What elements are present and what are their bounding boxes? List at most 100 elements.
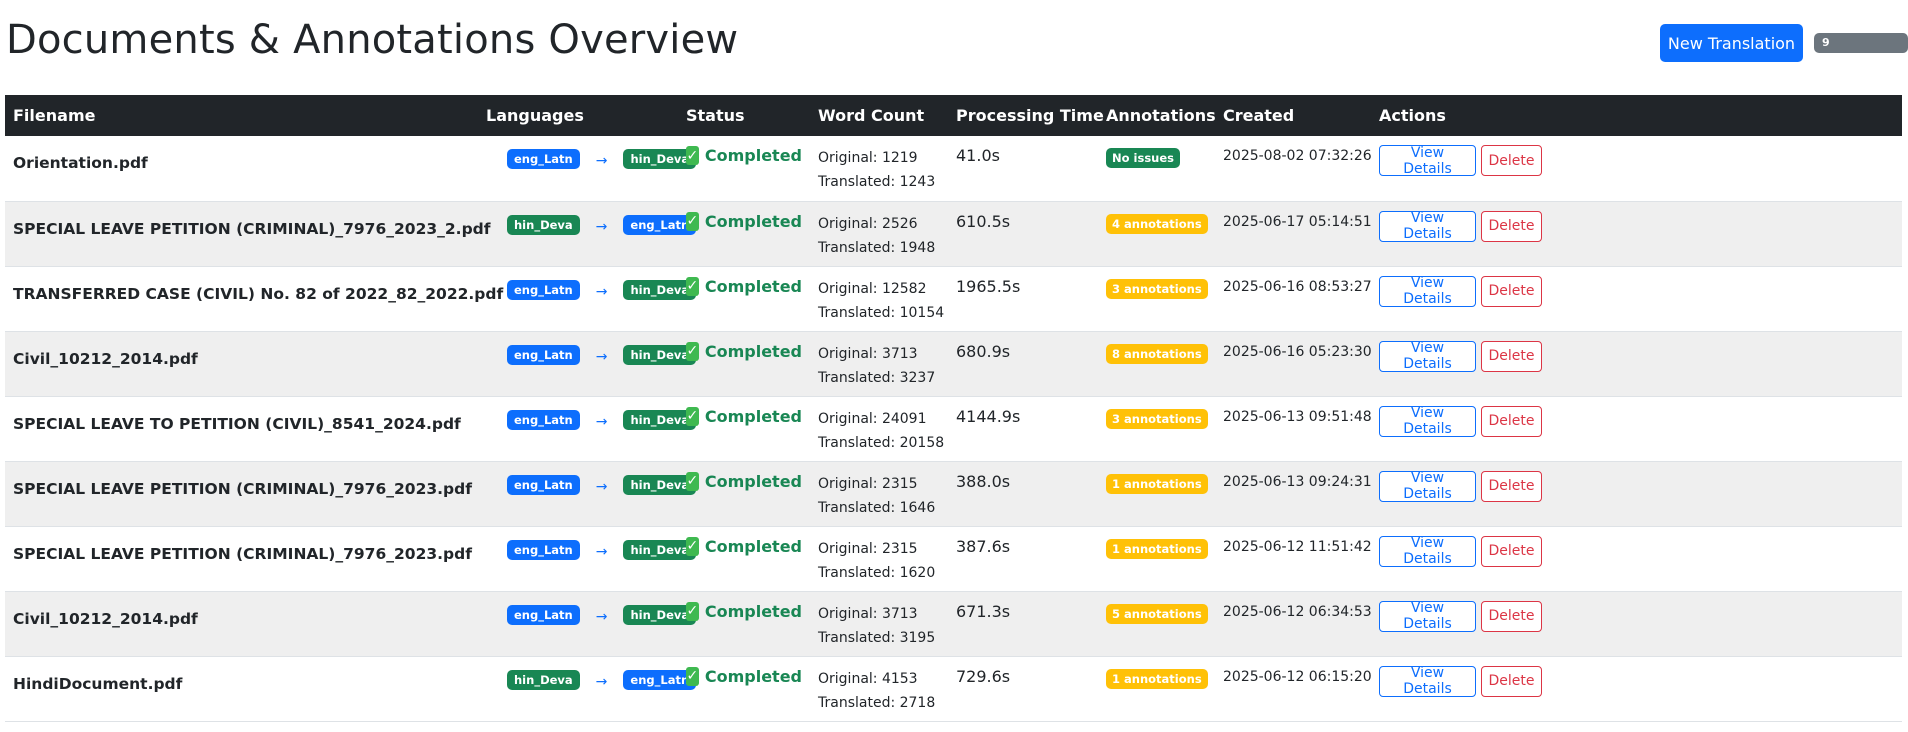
view-details-button[interactable]: View Details <box>1379 145 1476 177</box>
status-label: Completed <box>704 601 802 621</box>
column-header-annotations[interactable]: Annotations <box>1098 95 1216 136</box>
source-language-badge: eng_Latn <box>507 279 580 300</box>
table-row: Civil_10212_2014.pdf eng_Latn → hin_Deva… <box>5 591 1902 656</box>
filename-cell: SPECIAL LEAVE PETITION (CRIMINAL)_7976_2… <box>13 479 472 498</box>
row-actions: View Details Delete <box>1379 665 1894 697</box>
checkmark-icon: ✓ <box>686 341 699 361</box>
created-timestamp: 2025-06-17 05:14:51 <box>1223 213 1372 230</box>
language-pair: hin_Deva → eng_Latn <box>486 210 697 237</box>
checkmark-icon: ✓ <box>686 211 699 231</box>
original-word-count: Original: 2315 <box>818 475 918 492</box>
created-timestamp: 2025-08-02 07:32:26 <box>1223 148 1372 164</box>
processing-time: 610.5s <box>956 211 1011 231</box>
annotations-badge: 4 annotations <box>1106 213 1208 234</box>
delete-button[interactable]: Delete <box>1481 600 1542 632</box>
translated-word-count: Translated: 2718 <box>818 694 936 711</box>
column-header-status[interactable]: Status <box>678 95 810 136</box>
table-header-row: Filename Languages Status Word Count Pro… <box>5 95 1902 136</box>
view-details-button[interactable]: View Details <box>1379 535 1476 567</box>
filename-cell: SPECIAL LEAVE PETITION (CRIMINAL)_7976_2… <box>13 219 491 238</box>
annotations-badge: 8 annotations <box>1106 343 1208 364</box>
translated-word-count: Translated: 1948 <box>818 239 936 256</box>
page-title: Documents & Annotations Overview <box>6 17 739 63</box>
arrow-right-icon: → <box>595 348 608 365</box>
created-timestamp: 2025-06-12 06:34:53 <box>1223 603 1372 620</box>
checkmark-icon: ✓ <box>686 666 699 686</box>
translated-word-count: Translated: 10154 <box>818 304 945 321</box>
processing-time: 41.0s <box>956 146 1000 165</box>
column-header-filename[interactable]: Filename <box>5 95 478 136</box>
translated-word-count: Translated: 1243 <box>818 174 936 190</box>
language-pair: eng_Latn → hin_Deva <box>486 340 697 367</box>
filename-cell: SPECIAL LEAVE TO PETITION (CIVIL)_8541_2… <box>13 414 461 433</box>
checkmark-icon: ✓ <box>686 601 699 621</box>
status-label: Completed <box>704 341 802 361</box>
column-header-processing-time[interactable]: Processing Time <box>948 95 1104 136</box>
translated-word-count: Translated: 3195 <box>818 629 936 646</box>
column-header-word-count[interactable]: Word Count <box>810 95 948 136</box>
delete-button[interactable]: Delete <box>1481 665 1542 697</box>
word-count-cell: Original: 2315 Translated: 1620 <box>818 535 940 585</box>
delete-button[interactable]: Delete <box>1481 470 1542 502</box>
checkmark-icon: ✓ <box>686 406 699 426</box>
delete-button[interactable]: Delete <box>1481 210 1542 242</box>
table-row: SPECIAL LEAVE PETITION (CRIMINAL)_7976_2… <box>5 526 1902 591</box>
word-count-cell: Original: 4153 Translated: 2718 <box>818 665 940 715</box>
filename-cell: TRANSFERRED CASE (CIVIL) No. 82 of 2022_… <box>13 284 504 303</box>
view-details-button[interactable]: View Details <box>1379 600 1476 632</box>
arrow-right-icon: → <box>595 478 608 495</box>
source-language-badge: hin_Deva <box>507 214 580 235</box>
status-label: Completed <box>704 471 802 491</box>
delete-button[interactable]: Delete <box>1481 145 1542 176</box>
language-pair: hin_Deva → eng_Latn <box>486 665 697 692</box>
source-language-badge: eng_Latn <box>507 604 580 625</box>
filename-cell: HindiDocument.pdf <box>13 674 183 693</box>
processing-time: 1965.5s <box>956 276 1021 296</box>
created-timestamp: 2025-06-12 11:51:42 <box>1223 538 1372 555</box>
word-count-cell: Original: 2526 Translated: 1948 <box>818 210 940 260</box>
document-count-badge: 9 documents <box>1814 33 1908 69</box>
source-language-badge: eng_Latn <box>507 344 580 365</box>
delete-button[interactable]: Delete <box>1481 340 1542 372</box>
source-language-badge: eng_Latn <box>507 149 580 169</box>
status-cell: ✓ Completed <box>686 144 802 165</box>
checkmark-icon: ✓ <box>686 471 699 491</box>
source-language-badge: eng_Latn <box>507 539 580 560</box>
delete-button[interactable]: Delete <box>1481 535 1542 567</box>
table-row: TRANSFERRED CASE (CIVIL) No. 82 of 2022_… <box>5 266 1902 331</box>
arrow-right-icon: → <box>595 673 608 690</box>
view-details-button[interactable]: View Details <box>1379 275 1476 307</box>
source-language-badge: eng_Latn <box>507 409 580 430</box>
row-actions: View Details Delete <box>1379 600 1894 632</box>
filename-cell: SPECIAL LEAVE PETITION (CRIMINAL)_7976_2… <box>13 544 472 563</box>
column-header-created[interactable]: Created <box>1215 95 1371 136</box>
view-details-button[interactable]: View Details <box>1379 665 1476 697</box>
view-details-button[interactable]: View Details <box>1379 340 1476 372</box>
processing-time: 729.6s <box>956 666 1011 686</box>
view-details-button[interactable]: View Details <box>1379 210 1476 242</box>
status-label: Completed <box>704 536 802 556</box>
delete-button[interactable]: Delete <box>1481 275 1542 307</box>
original-word-count: Original: 2526 <box>818 215 918 232</box>
processing-time: 4144.9s <box>956 406 1021 426</box>
created-timestamp: 2025-06-16 05:23:30 <box>1223 343 1372 360</box>
table-row: SPECIAL LEAVE PETITION (CRIMINAL)_7976_2… <box>5 461 1902 526</box>
delete-button[interactable]: Delete <box>1481 405 1542 437</box>
word-count-cell: Original: 1219 Translated: 1243 <box>818 144 940 194</box>
row-actions: View Details Delete <box>1379 340 1894 372</box>
created-timestamp: 2025-06-13 09:51:48 <box>1223 408 1372 425</box>
new-translation-button[interactable]: New Translation <box>1660 24 1803 62</box>
view-details-button[interactable]: View Details <box>1379 470 1476 502</box>
view-details-button[interactable]: View Details <box>1379 405 1476 437</box>
status-label: Completed <box>704 211 802 231</box>
row-actions: View Details Delete <box>1379 210 1894 242</box>
filename-cell: Civil_10212_2014.pdf <box>13 609 198 628</box>
source-language-badge: hin_Deva <box>507 669 580 690</box>
processing-time: 387.6s <box>956 536 1011 556</box>
column-header-languages[interactable]: Languages <box>478 95 678 136</box>
arrow-right-icon: → <box>595 153 608 169</box>
row-actions: View Details Delete <box>1379 535 1894 567</box>
language-pair: eng_Latn → hin_Deva <box>486 405 697 432</box>
language-pair: eng_Latn → hin_Deva <box>486 144 697 171</box>
table-row: SPECIAL LEAVE TO PETITION (CIVIL)_8541_2… <box>5 396 1902 461</box>
